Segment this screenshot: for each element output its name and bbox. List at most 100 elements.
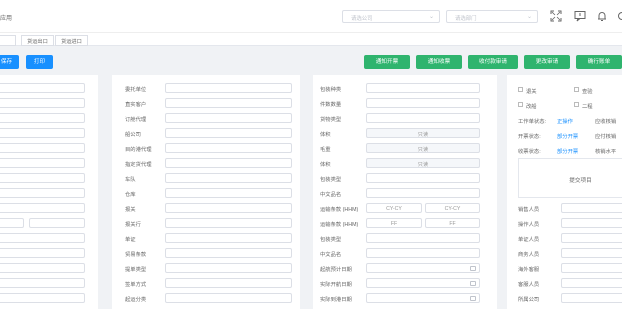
form-field[interactable] (0, 188, 85, 198)
field-label: 起航预计日期 (320, 267, 352, 273)
form-field[interactable] (165, 188, 292, 198)
date-field[interactable] (366, 293, 480, 303)
field-label: 体积 (320, 132, 331, 138)
people-label: 单证人员 (518, 237, 540, 243)
form-field[interactable] (0, 83, 85, 93)
date-field[interactable] (366, 263, 480, 273)
field-label: 毛重 (320, 147, 331, 153)
print-button[interactable]: 打印 (26, 55, 53, 69)
term-field[interactable]: CY-CY (366, 203, 422, 213)
readonly-value: 只读 (417, 146, 429, 153)
upload-area[interactable]: 提交项目 (518, 158, 622, 198)
people-field[interactable] (561, 263, 622, 273)
fullscreen-icon[interactable] (550, 10, 562, 22)
form-field[interactable] (0, 98, 85, 108)
tab-prev[interactable] (0, 35, 16, 46)
people-field[interactable] (561, 233, 622, 243)
date-field[interactable] (366, 278, 480, 288)
people-field[interactable] (561, 293, 622, 303)
form-field[interactable] (0, 128, 85, 138)
form-field[interactable] (0, 158, 85, 168)
message-icon[interactable] (574, 10, 586, 22)
form-field[interactable] (165, 218, 292, 228)
save-button[interactable]: 保存 (0, 55, 19, 69)
form-field[interactable] (366, 113, 480, 123)
tab-freight-import[interactable]: 货运进口 (55, 35, 88, 46)
checkbox-label: 改船 (526, 104, 537, 110)
form-field[interactable] (366, 248, 480, 258)
form-field[interactable] (0, 293, 85, 303)
form-field[interactable] (366, 83, 480, 93)
form-field[interactable] (165, 173, 292, 183)
tab-freight-export[interactable]: 货运出口 (21, 35, 54, 46)
field-label: 起运分类 (125, 297, 147, 303)
form-field[interactable] (366, 188, 480, 198)
calendar-icon[interactable] (470, 281, 476, 286)
form-field[interactable] (0, 113, 85, 123)
status-extra: 核销水平 (595, 149, 617, 155)
people-label: 所属公司 (518, 297, 540, 303)
form-field[interactable] (165, 158, 292, 168)
form-field[interactable] (0, 218, 24, 228)
status-value[interactable]: 正操作 (557, 117, 573, 125)
form-field[interactable] (0, 203, 85, 213)
form-column-2: 委托单位 直实客户 订舱代理 船公司 目的港代理 指定货代理 车队 仓库 报关 报关行 单证 贸易条款… (112, 75, 300, 309)
readonly-field: 只读 (366, 158, 480, 168)
form-field[interactable] (0, 263, 85, 273)
people-field[interactable] (561, 278, 622, 288)
form-field[interactable] (165, 128, 292, 138)
field-label: 中文品名 (320, 192, 342, 198)
checkbox[interactable] (574, 102, 579, 107)
field-label: 提单类型 (125, 267, 147, 273)
form-field[interactable] (0, 143, 85, 153)
checkbox-label: 二程 (582, 104, 593, 110)
form-field[interactable] (366, 98, 480, 108)
form-field[interactable] (0, 248, 85, 258)
form-field[interactable] (29, 218, 85, 228)
field-label: 包装种类 (320, 87, 342, 93)
status-label: 收票状态: (518, 149, 541, 155)
chevron-down-icon: ⌄ (526, 14, 532, 20)
people-field[interactable] (561, 248, 622, 258)
confirm-bill-button[interactable]: 确行账单 (576, 55, 622, 69)
status-value[interactable]: 部分开票 (557, 147, 578, 155)
form-field[interactable] (0, 173, 85, 183)
form-field[interactable] (0, 233, 85, 243)
checkbox[interactable] (574, 87, 579, 92)
term-field[interactable]: CY-CY (425, 203, 480, 213)
notify-receive-invoice-button[interactable]: 通知收票 (416, 55, 462, 69)
payment-request-button[interactable]: 收付款审请 (468, 55, 518, 69)
form-field[interactable] (165, 263, 292, 273)
people-field[interactable] (561, 203, 622, 213)
department-select[interactable]: 请选部门 ⌄ (446, 10, 538, 23)
status-value[interactable]: 部分开票 (557, 132, 578, 140)
form-field[interactable] (165, 98, 292, 108)
form-field[interactable] (366, 173, 480, 183)
form-field[interactable] (0, 278, 85, 288)
people-field[interactable] (561, 218, 622, 228)
form-field[interactable] (165, 143, 292, 153)
calendar-icon[interactable] (470, 296, 476, 301)
term-field[interactable]: FF (366, 218, 422, 228)
tab-bar: 货运出口 货运进口 (0, 32, 622, 46)
form-field[interactable] (366, 233, 480, 243)
calendar-icon[interactable] (470, 266, 476, 271)
form-field[interactable] (165, 113, 292, 123)
field-label: 件数数量 (320, 102, 342, 108)
form-field[interactable] (165, 278, 292, 288)
form-field[interactable] (165, 248, 292, 258)
change-request-button[interactable]: 更改审请 (524, 55, 570, 69)
term-field[interactable]: FF (425, 218, 480, 228)
form-field[interactable] (165, 203, 292, 213)
field-label: 目的港代理 (125, 147, 152, 153)
field-label: 签单方式 (125, 282, 147, 288)
form-field[interactable] (165, 293, 292, 303)
bell-icon[interactable] (596, 10, 608, 22)
checkbox[interactable] (518, 102, 523, 107)
notify-invoice-button[interactable]: 通知开票 (364, 55, 410, 69)
settings-icon[interactable] (616, 10, 622, 22)
company-select[interactable]: 请选公司 ⌄ (342, 10, 440, 23)
checkbox[interactable] (518, 87, 523, 92)
form-field[interactable] (165, 233, 292, 243)
form-field[interactable] (165, 83, 292, 93)
